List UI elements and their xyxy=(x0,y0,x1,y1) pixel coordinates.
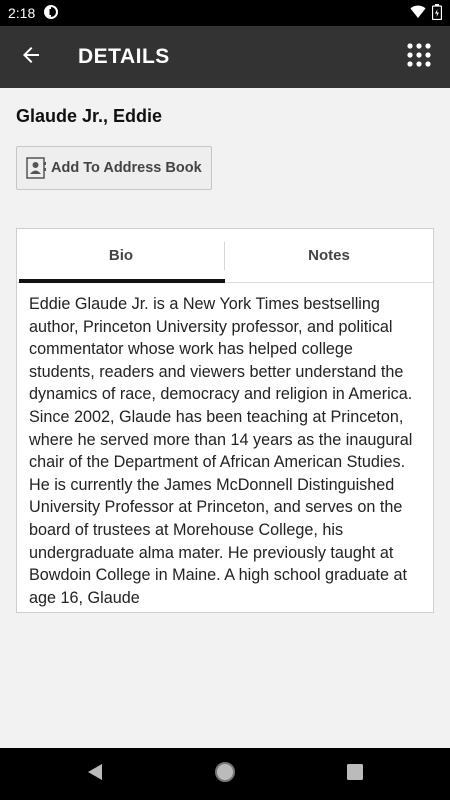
status-bar: 2:18 xyxy=(0,0,450,26)
back-triangle-icon xyxy=(87,763,103,786)
battery-icon xyxy=(431,3,443,23)
nav-home-button[interactable] xyxy=(160,748,290,800)
contact-name: Glaude Jr., Eddie xyxy=(16,106,163,126)
tab-bio[interactable]: Bio xyxy=(17,229,225,283)
nav-recents-button[interactable] xyxy=(290,748,420,800)
tab-bar: Bio Notes xyxy=(17,229,433,283)
page-title: DETAILS xyxy=(78,45,170,68)
system-nav-bar xyxy=(0,748,450,800)
arrow-left-icon xyxy=(21,45,41,70)
bio-text: Eddie Glaude Jr. is a New York Times bes… xyxy=(29,295,413,607)
add-to-address-book-label: Add To Address Book xyxy=(51,160,202,176)
tab-notes[interactable]: Notes xyxy=(225,229,433,282)
back-button[interactable] xyxy=(0,26,62,88)
notification-icon xyxy=(43,4,59,23)
details-card: Bio Notes Eddie Glaude Jr. is a New York… xyxy=(16,228,434,613)
wifi-icon xyxy=(410,5,426,22)
home-circle-icon xyxy=(214,761,236,788)
status-time: 2:18 xyxy=(8,5,36,21)
contact-card-icon xyxy=(26,157,46,179)
nav-back-button[interactable] xyxy=(30,748,160,800)
grid-menu-button[interactable] xyxy=(388,26,450,88)
grid-menu-icon xyxy=(407,42,431,72)
app-bar: DETAILS xyxy=(0,26,450,88)
add-to-address-book-button[interactable]: Add To Address Book xyxy=(16,146,212,190)
recents-square-icon xyxy=(347,763,363,785)
